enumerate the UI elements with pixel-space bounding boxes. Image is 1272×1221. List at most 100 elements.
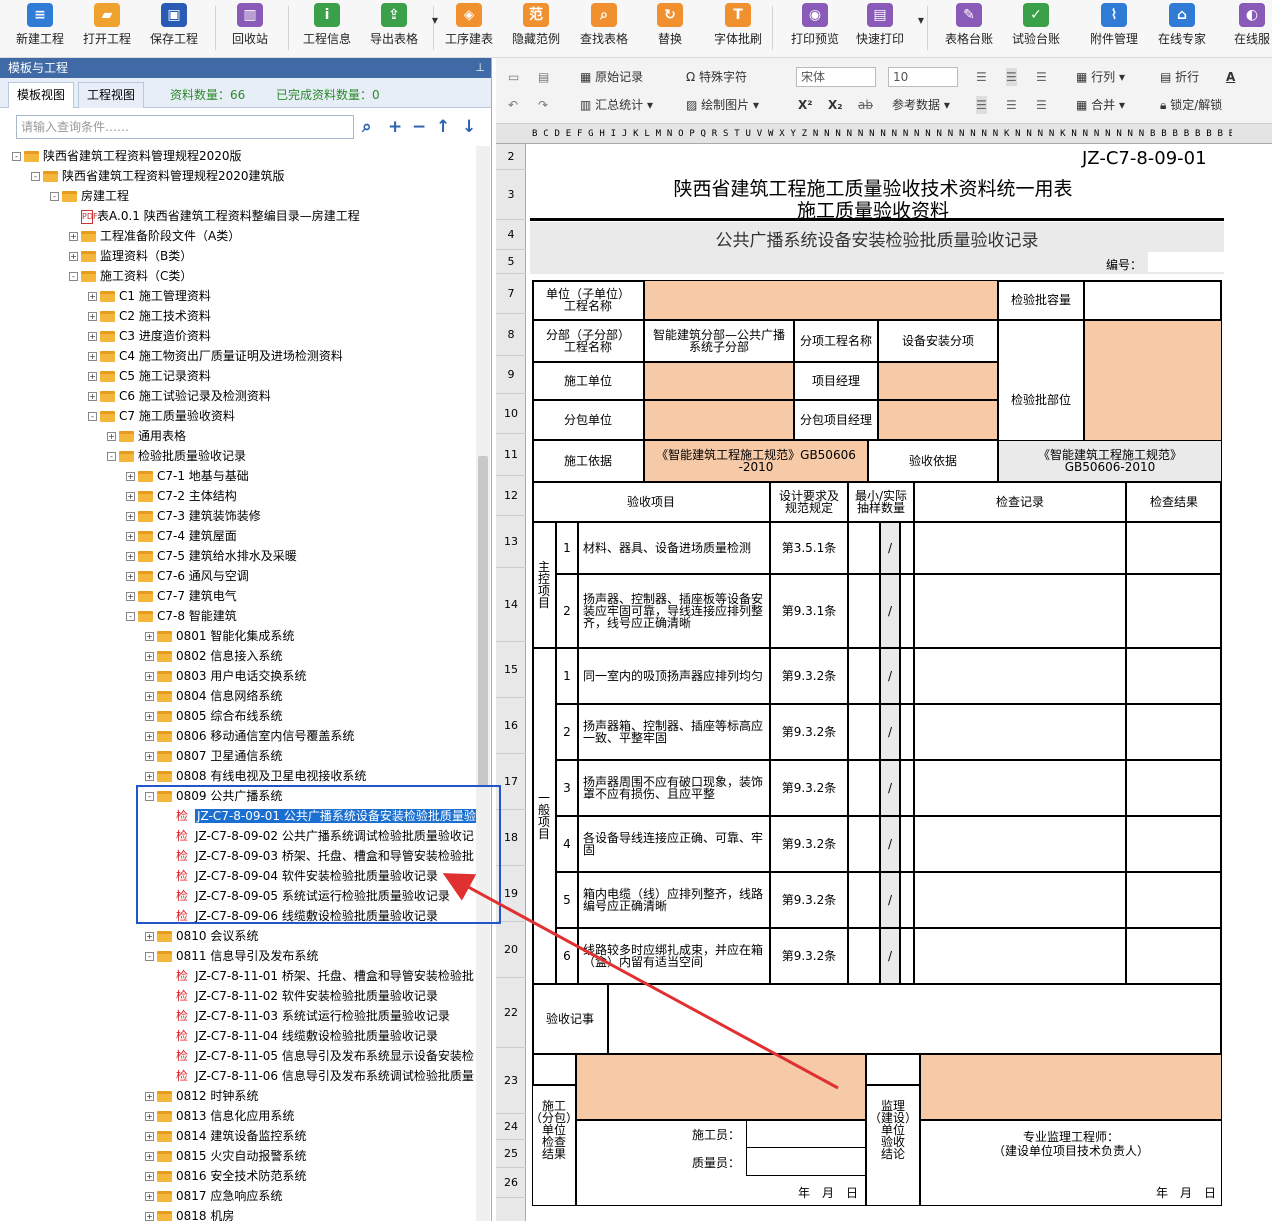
expand-icon[interactable]: +: [145, 1212, 154, 1221]
tree-scrollbar[interactable]: [476, 146, 490, 1221]
align-middle-icon[interactable]: ☰: [1006, 68, 1017, 86]
row-col-button[interactable]: ▦ 行列 ▾: [1076, 68, 1125, 86]
expand-icon[interactable]: +: [88, 332, 97, 341]
expand-icon[interactable]: +: [126, 572, 135, 581]
tree-node[interactable]: 检 JZ-C7-8-11-04 线缆敷设检验批质量验收记录: [164, 1026, 438, 1046]
row-number[interactable]: 24: [496, 1114, 526, 1140]
align-top-icon[interactable]: ☰: [976, 68, 987, 86]
scrollbar-thumb[interactable]: [478, 456, 488, 786]
row-number[interactable]: 2: [496, 144, 526, 170]
tree-node[interactable]: +0813 信息化应用系统: [145, 1106, 294, 1126]
expand-icon[interactable]: +: [145, 752, 154, 761]
tree-node[interactable]: + C7-2 主体结构: [126, 486, 237, 506]
copy-icon[interactable]: ▭: [508, 68, 519, 86]
tree-node[interactable]: + C7-7 建筑电气: [126, 586, 237, 606]
toolbar-button-0[interactable]: ≡ 新建工程: [6, 2, 74, 54]
tree-node[interactable]: 检 JZ-C7-8-11-01 桥架、托盘、槽盒和导管安装检验批: [164, 966, 474, 986]
tree-node[interactable]: + 监理资料（B类）: [69, 246, 192, 266]
tree-node[interactable]: +0805 综合布线系统: [145, 706, 282, 726]
row-number[interactable]: 5: [496, 250, 526, 274]
tree-node[interactable]: 检 JZ-C7-8-11-06 信息导引及发布系统调试检验批质量: [164, 1066, 474, 1086]
toolbar-button-11[interactable]: ◉ 打印预览: [781, 2, 849, 54]
tree-node[interactable]: + C7-5 建筑给水排水及采暖: [126, 546, 297, 566]
font-name-select[interactable]: 宋体: [796, 67, 876, 87]
tree-node[interactable]: +0812 时钟系统: [145, 1086, 258, 1106]
search-icon[interactable]: ⌕: [362, 117, 372, 137]
expand-icon[interactable]: +: [145, 692, 154, 701]
check-record[interactable]: [914, 928, 1126, 984]
expand-icon[interactable]: +: [145, 672, 154, 681]
sample-actual[interactable]: [900, 816, 914, 872]
collapse-icon[interactable]: -: [50, 192, 59, 201]
align-left-icon[interactable]: ☰: [976, 96, 987, 114]
check-result[interactable]: [1126, 522, 1222, 574]
tree-node[interactable]: +0803 用户电话交换系统: [145, 666, 306, 686]
toolbar-button-10[interactable]: T 字体批刷: [704, 2, 772, 54]
expand-icon[interactable]: +: [107, 432, 116, 441]
tree-node[interactable]: + C2 施工技术资料: [88, 306, 211, 326]
search-input[interactable]: 请输入查询条件……: [16, 115, 354, 139]
expand-icon[interactable]: +: [88, 392, 97, 401]
move-up-icon[interactable]: ↑: [436, 117, 450, 137]
check-result[interactable]: [1126, 816, 1222, 872]
collapse-icon[interactable]: -: [12, 152, 21, 161]
expand-icon[interactable]: +: [145, 632, 154, 641]
expand-icon[interactable]: +: [126, 552, 135, 561]
builder-field[interactable]: [746, 1120, 866, 1148]
row-number[interactable]: 11: [496, 434, 526, 476]
tree-node[interactable]: +0814 建筑设备监控系统: [145, 1126, 306, 1146]
tree-node[interactable]: - C7-8 智能建筑: [126, 606, 237, 626]
tree-node[interactable]: - 0811 信息导引及发布系统: [145, 946, 318, 966]
check-record[interactable]: [914, 872, 1126, 928]
expand-icon[interactable]: +: [145, 732, 154, 741]
tab-project-view[interactable]: 工程视图: [78, 82, 145, 108]
row-number[interactable]: 10: [496, 394, 526, 434]
check-result[interactable]: [1126, 928, 1222, 984]
sample-actual[interactable]: [900, 648, 914, 704]
tree-node[interactable]: +0808 有线电视及卫星电视接收系统: [145, 766, 366, 786]
expand-icon[interactable]: +: [145, 932, 154, 941]
toolbar-button-12[interactable]: ▤ 快速打印 ▼: [846, 2, 924, 54]
check-record[interactable]: [914, 648, 1126, 704]
expand-icon[interactable]: +: [126, 512, 135, 521]
collapse-icon[interactable]: -: [69, 272, 78, 281]
row-number[interactable]: 3: [496, 170, 526, 220]
expand-icon[interactable]: +: [145, 1172, 154, 1181]
check-result[interactable]: [1126, 704, 1222, 760]
toolbar-button-16[interactable]: ⌂ 在线专家: [1148, 2, 1216, 54]
redo-icon[interactable]: ↷: [538, 96, 548, 114]
expand-icon[interactable]: +: [145, 772, 154, 781]
align-center-icon[interactable]: ☰: [1006, 96, 1017, 114]
tree-node[interactable]: - C7 施工质量验收资料: [88, 406, 235, 426]
construction-conclusion[interactable]: [576, 1054, 866, 1120]
toolbar-button-5[interactable]: ⇪ 导出表格 ▼: [360, 2, 438, 54]
tree-node[interactable]: +0810 会议系统: [145, 926, 258, 946]
check-record[interactable]: [914, 574, 1126, 648]
notes-value[interactable]: [608, 984, 1222, 1054]
wrap-button[interactable]: ▤ 折行: [1160, 68, 1199, 86]
quality-field[interactable]: [746, 1148, 866, 1176]
expand-icon[interactable]: +: [145, 712, 154, 721]
expand-icon[interactable]: +: [126, 472, 135, 481]
toolbar-button-3[interactable]: ▥ 回收站: [216, 2, 284, 54]
tree-node[interactable]: + C4 施工物资出厂质量证明及进场检测资料: [88, 346, 343, 366]
tree-node[interactable]: - 陕西省建筑工程资料管理规程2020建筑版: [31, 166, 285, 186]
sample-min[interactable]: [848, 648, 880, 704]
tree-node[interactable]: + 工程准备阶段文件（A类）: [69, 226, 240, 246]
expand-icon[interactable]: +: [145, 1132, 154, 1141]
toolbar-button-1[interactable]: ▰ 打开工程: [73, 2, 141, 54]
expand-icon[interactable]: +: [126, 492, 135, 501]
row-number[interactable]: 23: [496, 1048, 526, 1114]
sample-actual[interactable]: [900, 574, 914, 648]
check-result[interactable]: [1126, 574, 1222, 648]
toolbar-button-9[interactable]: ↻ 替换: [636, 2, 704, 54]
tree-node[interactable]: + C6 施工试验记录及检测资料: [88, 386, 271, 406]
tree-node[interactable]: +0818 机房: [145, 1206, 234, 1221]
expand-icon[interactable]: +: [69, 252, 78, 261]
subcontractor-value[interactable]: [644, 400, 794, 440]
expand-icon[interactable]: +: [88, 292, 97, 301]
tree-node[interactable]: +0816 安全技术防范系统: [145, 1166, 306, 1186]
capacity-value[interactable]: [1084, 280, 1222, 320]
tree-node[interactable]: 检 JZ-C7-8-11-03 系统试运行检验批质量验收记录: [164, 1006, 450, 1026]
font-size-select[interactable]: 10: [888, 67, 958, 87]
